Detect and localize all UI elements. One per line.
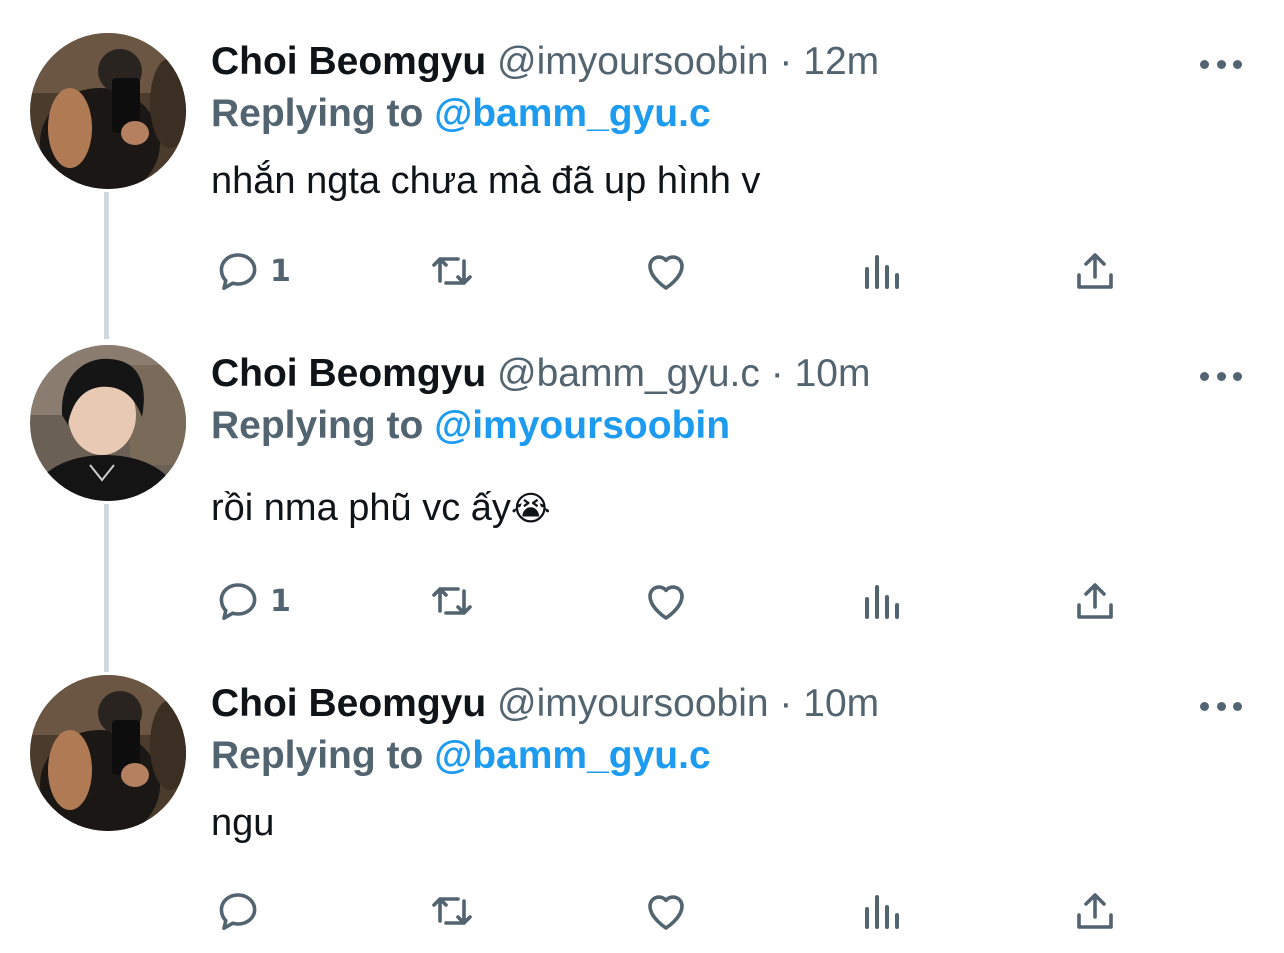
handle[interactable]: @imyoursoobin (497, 40, 769, 83)
display-name[interactable]: Choi Beomgyu (211, 352, 486, 395)
heart-icon (648, 255, 684, 290)
share-button[interactable] (1071, 245, 1119, 297)
tweet[interactable]: Choi Beomgyu @imyoursoobin · 12m Replyin… (0, 33, 1284, 333)
mention-link[interactable]: @bamm_gyu.c (434, 92, 710, 135)
display-name[interactable]: Choi Beomgyu (211, 682, 486, 725)
handle[interactable]: @imyoursoobin (497, 682, 769, 725)
retweet-icon (432, 257, 472, 285)
action-bar (0, 885, 1284, 937)
tweet-text-content: ngu (211, 802, 275, 844)
tweet-text-content: rồi nma phũ vc ấy (211, 487, 511, 529)
replying-label: Replying to (211, 404, 424, 447)
share-icon (1077, 893, 1113, 929)
like-button[interactable] (642, 245, 690, 297)
emoji: 😭 (510, 489, 551, 529)
avatar[interactable] (30, 675, 186, 831)
mention-link[interactable]: @bamm_gyu.c (434, 734, 710, 777)
like-button[interactable] (642, 885, 690, 937)
analytics-button[interactable] (857, 245, 905, 297)
reply-count: 1 (270, 583, 291, 619)
retweet-icon (432, 587, 472, 615)
display-name[interactable]: Choi Beomgyu (211, 40, 486, 83)
retweet-button[interactable] (428, 245, 476, 297)
tweet-text: ngu (211, 800, 274, 847)
replying-to: Replying to @bamm_gyu.c (211, 733, 711, 779)
timestamp[interactable]: 10m (803, 682, 879, 725)
analytics-icon (865, 895, 899, 929)
share-icon (1077, 583, 1113, 619)
reply-icon (219, 253, 257, 290)
reply-icon (219, 583, 257, 620)
tweet-text: nhắn ngta chưa mà đã up hình v (211, 158, 760, 205)
separator: · (779, 40, 793, 83)
tweet-header: Choi Beomgyu @imyoursoobin · 12m (211, 39, 879, 85)
tweet[interactable]: Choi Beomgyu @bamm_gyu.c · 10m Replying … (0, 345, 1284, 645)
replying-to: Replying to @bamm_gyu.c (211, 91, 711, 137)
tweet-text-content: nhắn ngta chưa mà đã up hình v (211, 160, 761, 202)
tweet-text: rồi nma phũ vc ấy😭 (211, 485, 551, 532)
heart-icon (648, 585, 684, 620)
replying-to: Replying to @imyoursoobin (211, 403, 730, 449)
reply-button[interactable]: 1 (214, 245, 291, 297)
analytics-button[interactable] (857, 885, 905, 937)
share-icon (1077, 253, 1113, 289)
action-bar: 1 (0, 245, 1284, 297)
separator: · (779, 682, 793, 725)
replying-label: Replying to (211, 734, 424, 777)
analytics-icon (865, 585, 899, 619)
reply-button[interactable] (214, 885, 270, 937)
action-bar: 1 (0, 575, 1284, 627)
handle[interactable]: @bamm_gyu.c (497, 352, 760, 395)
timestamp[interactable]: 10m (795, 352, 871, 395)
heart-icon (648, 895, 684, 930)
timestamp[interactable]: 12m (803, 40, 879, 83)
analytics-button[interactable] (857, 575, 905, 627)
retweet-button[interactable] (428, 575, 476, 627)
mention-link[interactable]: @imyoursoobin (434, 404, 730, 447)
tweet[interactable]: Choi Beomgyu @imyoursoobin · 10m Replyin… (0, 675, 1284, 953)
like-button[interactable] (642, 575, 690, 627)
reply-icon (219, 893, 257, 930)
separator: · (770, 352, 784, 395)
replying-label: Replying to (211, 92, 424, 135)
tweet-header: Choi Beomgyu @imyoursoobin · 10m (211, 681, 879, 727)
reply-count: 1 (270, 253, 291, 289)
avatar[interactable] (30, 33, 186, 189)
tweet-header: Choi Beomgyu @bamm_gyu.c · 10m (211, 351, 870, 397)
share-button[interactable] (1071, 575, 1119, 627)
retweet-button[interactable] (428, 885, 476, 937)
reply-button[interactable]: 1 (214, 575, 291, 627)
more-icon[interactable] (1200, 369, 1242, 383)
more-icon[interactable] (1200, 57, 1242, 71)
share-button[interactable] (1071, 885, 1119, 937)
retweet-icon (432, 897, 472, 925)
analytics-icon (865, 255, 899, 289)
more-icon[interactable] (1200, 699, 1242, 713)
avatar[interactable] (30, 345, 186, 501)
